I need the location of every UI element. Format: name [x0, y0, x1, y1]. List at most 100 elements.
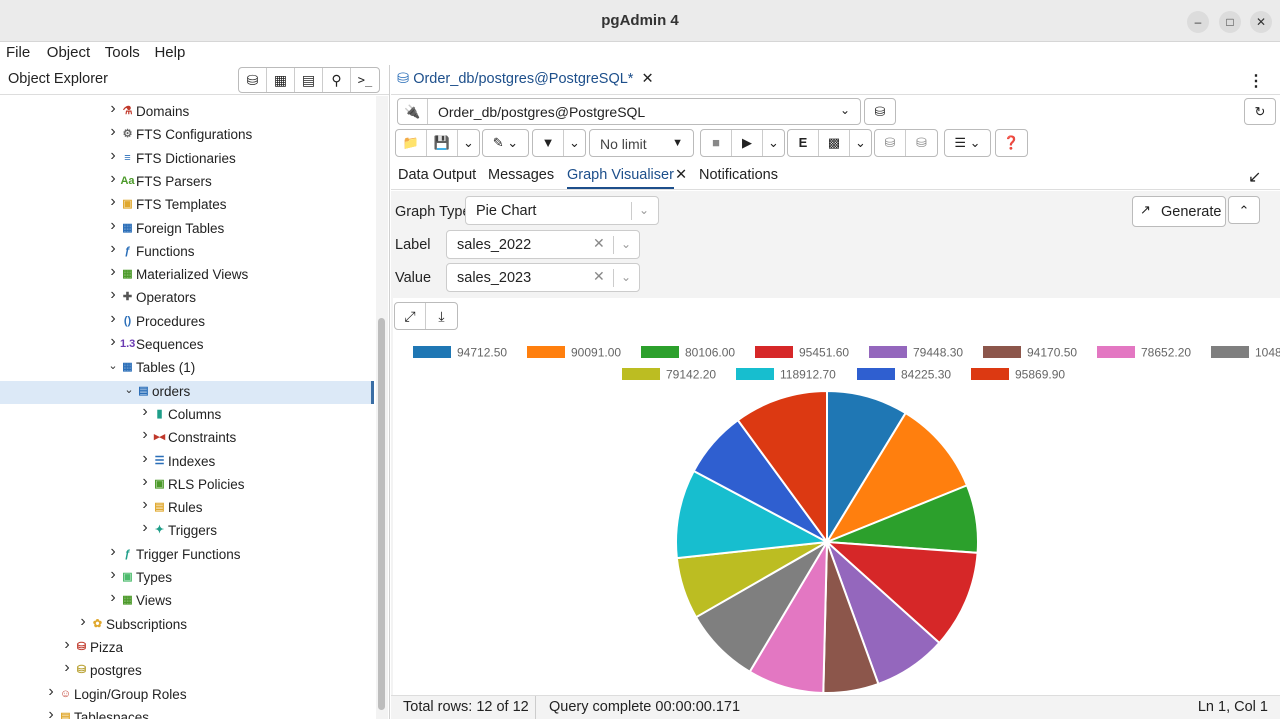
tree-item[interactable]: › ▣ FTS Templates — [0, 193, 374, 217]
chevron-right-icon[interactable]: › — [77, 613, 89, 631]
legend-swatch[interactable] — [1097, 346, 1135, 358]
legend-swatch[interactable] — [971, 368, 1009, 380]
chevron-right-icon[interactable]: › — [139, 519, 151, 537]
panel-divider[interactable] — [389, 65, 390, 719]
chevron-right-icon[interactable]: › — [139, 473, 151, 491]
tree-item[interactable]: › ✿ Subscriptions — [0, 613, 374, 637]
chevron-right-icon[interactable]: › — [107, 310, 119, 328]
chevron-right-icon[interactable]: › — [61, 636, 73, 654]
legend-label[interactable]: 78652.20 — [1141, 346, 1191, 360]
tree-item[interactable]: › ▦ Views — [0, 589, 374, 613]
more-options-icon[interactable]: ⋮ — [1248, 71, 1264, 91]
collapse-options-button[interactable]: ⌃ — [1228, 196, 1260, 224]
tree-item[interactable]: › Aa FTS Parsers — [0, 170, 374, 194]
collapse-panel-icon[interactable]: ↙ — [1248, 167, 1261, 187]
legend-swatch[interactable] — [983, 346, 1021, 358]
tree-item[interactable]: › ƒ Trigger Functions — [0, 543, 374, 567]
rollback-icon[interactable]: ⛁ — [906, 130, 937, 156]
menu-file[interactable]: File — [0, 42, 30, 61]
chevron-right-icon[interactable]: › — [107, 147, 119, 165]
filtered-rows-icon[interactable]: ▤ — [295, 68, 323, 92]
execute-options-chevron-icon[interactable]: ⌄ — [763, 130, 784, 156]
maximize-button[interactable]: □ — [1219, 11, 1241, 33]
chevron-down-icon[interactable]: ⌄ — [123, 383, 135, 396]
legend-label[interactable]: 94712.50 — [457, 346, 507, 360]
legend-label[interactable]: 80106.00 — [685, 346, 735, 360]
reset-layout-button[interactable]: ↻ — [1244, 98, 1276, 125]
legend-label[interactable]: 118912.70 — [780, 368, 836, 382]
help-icon[interactable]: ❓ — [996, 130, 1027, 156]
filter-icon[interactable]: ▼ — [533, 130, 564, 156]
chevron-right-icon[interactable]: › — [45, 683, 57, 701]
legend-swatch[interactable] — [641, 346, 679, 358]
connection-status-icon[interactable]: 🔌 — [398, 99, 428, 124]
chevron-right-icon[interactable]: › — [139, 496, 151, 514]
legend-label[interactable]: 95869.90 — [1015, 368, 1065, 382]
legend-label[interactable]: 104808.00 — [1255, 346, 1280, 360]
download-icon[interactable]: ⤓ — [426, 303, 457, 329]
legend-label[interactable]: 94170.50 — [1027, 346, 1077, 360]
explain-analyze-icon[interactable]: ▩ — [819, 130, 850, 156]
tree-item[interactable]: › ▸◂ Constraints — [0, 426, 374, 450]
explain-icon[interactable]: E — [788, 130, 819, 156]
chevron-right-icon[interactable]: › — [107, 240, 119, 258]
tree-item[interactable]: ⌄ ▦ Tables (1) — [0, 357, 374, 380]
chevron-right-icon[interactable]: › — [107, 286, 119, 304]
chevron-down-icon[interactable]: ⌄ — [107, 359, 119, 372]
clear-label-icon[interactable]: ✕ — [593, 235, 605, 252]
tree-item[interactable]: › ☰ Indexes — [0, 450, 374, 474]
tree-item[interactable]: › ≡ FTS Dictionaries — [0, 147, 374, 171]
chevron-right-icon[interactable]: › — [139, 426, 151, 444]
menu-tools[interactable]: Tools — [94, 42, 140, 61]
tree-item[interactable]: › 1.3 Sequences — [0, 333, 374, 357]
legend-swatch[interactable] — [1211, 346, 1249, 358]
search-icon[interactable]: ⚲ — [323, 68, 351, 92]
chevron-right-icon[interactable]: › — [107, 170, 119, 188]
tree-item[interactable]: › ▮ Columns — [0, 403, 374, 427]
chevron-right-icon[interactable]: › — [107, 193, 119, 211]
chevron-right-icon[interactable]: › — [139, 450, 151, 468]
chevron-right-icon[interactable]: › — [107, 566, 119, 584]
legend-swatch[interactable] — [755, 346, 793, 358]
tree-item[interactable]: › ☺ Login/Group Roles — [0, 683, 374, 707]
macros-icon[interactable]: ☰ ⌄ — [945, 130, 990, 156]
legend-swatch[interactable] — [527, 346, 565, 358]
tab-messages[interactable]: Messages — [488, 167, 554, 183]
chevron-right-icon[interactable]: › — [107, 217, 119, 235]
stop-icon[interactable]: ■ — [701, 130, 732, 156]
tree-item[interactable]: › ⚙ FTS Configurations — [0, 123, 374, 147]
save-options-chevron-icon[interactable]: ⌄ — [458, 130, 479, 156]
chevron-right-icon[interactable]: › — [139, 403, 151, 421]
close-graph-tab-icon[interactable]: ✕ — [675, 167, 687, 183]
tree-item[interactable]: › ⛁ postgres — [0, 659, 374, 683]
legend-swatch[interactable] — [736, 368, 774, 380]
chevron-right-icon[interactable]: › — [107, 123, 119, 141]
legend-swatch[interactable] — [413, 346, 451, 358]
execute-icon[interactable]: ▶ — [732, 130, 763, 156]
menu-object[interactable]: Object — [34, 42, 90, 61]
save-icon[interactable]: 💾 — [427, 130, 458, 156]
chevron-right-icon[interactable]: › — [45, 706, 57, 719]
query-tab[interactable]: ⛁ Order_db/postgres@PostgreSQL* ✕ — [397, 71, 654, 87]
chevron-right-icon[interactable]: › — [107, 589, 119, 607]
minimize-button[interactable]: – — [1187, 11, 1209, 33]
tree-item[interactable]: ⌄ ▤ orders — [0, 380, 374, 404]
chevron-right-icon[interactable]: › — [107, 100, 119, 118]
query-tool-icon[interactable]: ⛁ — [239, 68, 267, 92]
tree-item[interactable]: › () Procedures — [0, 310, 374, 334]
legend-label[interactable]: 79448.30 — [913, 346, 963, 360]
tree-item[interactable]: › ▣ RLS Policies — [0, 473, 374, 497]
connection-select[interactable]: 🔌 Order_db/postgres@PostgreSQL ⌄ — [397, 98, 861, 125]
tree-item[interactable]: › ▤ Rules — [0, 496, 374, 520]
edit-pencil-icon[interactable]: ✎ ⌄ — [483, 130, 528, 156]
scrollbar-thumb[interactable] — [378, 318, 385, 710]
legend-swatch[interactable] — [869, 346, 907, 358]
new-connection-button[interactable]: ⛁ — [864, 98, 896, 125]
label-select[interactable]: sales_2022 ✕ ⌄ — [446, 230, 640, 259]
view-data-icon[interactable]: ▦ — [267, 68, 295, 92]
tree-item[interactable]: › ▦ Materialized Views — [0, 263, 374, 287]
psql-tool-icon[interactable]: >_ — [351, 68, 379, 92]
tree-item[interactable]: › ✦ Triggers — [0, 519, 374, 543]
open-file-icon[interactable]: 📁 — [396, 130, 427, 156]
zoom-reset-icon[interactable]: ⤢ — [395, 303, 426, 329]
